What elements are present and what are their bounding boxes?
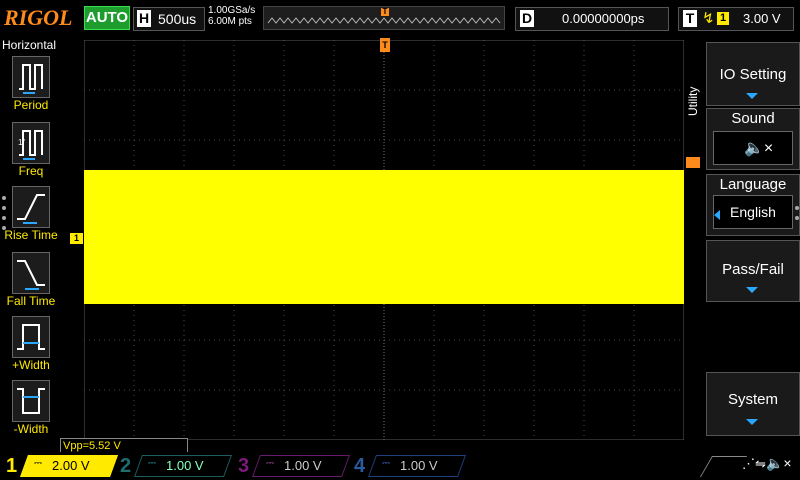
dc-coupling-icon: ⎓ — [266, 458, 274, 469]
pass-fail-label: Pass/Fail — [722, 261, 784, 278]
measure-rise-time-label: Rise Time — [4, 228, 58, 242]
ch1-ground-marker[interactable]: 1 — [70, 233, 83, 244]
dc-coupling-icon: ⎓ — [148, 458, 156, 469]
measure-fall-time-label: Fall Time — [6, 294, 56, 308]
rising-edge-icon: ↯ — [702, 10, 715, 27]
memory-depth: 6.00M pts — [208, 16, 252, 27]
speaker-mute-icon[interactable]: 🔈× — [766, 455, 792, 472]
dc-coupling-icon: ⎓ — [382, 458, 390, 469]
submenu-arrow-icon — [746, 93, 758, 99]
usb-icon: ⋰⇋ — [742, 456, 766, 471]
trigger-key: T — [683, 10, 697, 27]
measure-period[interactable]: Period — [0, 56, 62, 118]
measure-pos-width[interactable]: +Width — [0, 316, 62, 378]
measure-neg-width[interactable]: -Width — [0, 380, 62, 442]
channel-3-scale: 1.00 V — [284, 458, 322, 473]
dc-coupling-icon: ⎓ — [34, 458, 42, 469]
channel-4-scale: 1.00 V — [400, 458, 438, 473]
frequency-icon: 1/ — [12, 122, 50, 164]
channel-2-scale: 1.00 V — [166, 458, 204, 473]
language-label: Language — [719, 176, 787, 193]
delay-value: 0.00000000ps — [562, 11, 645, 26]
channel-2-status[interactable]: 2 ⎓ 1.00 V — [118, 455, 233, 477]
trigger-level-marker[interactable] — [686, 157, 700, 168]
channel-1-status[interactable]: 1 ⎓ 2.00 V — [4, 455, 119, 477]
trigger-box[interactable]: T ↯ 1 3.00 V — [678, 7, 794, 31]
speaker-mute-icon: 🔈× — [744, 140, 774, 157]
fall-time-icon — [12, 252, 50, 294]
horizontal-key: H — [137, 10, 151, 27]
period-icon — [12, 56, 50, 98]
measure-freq[interactable]: 1/ Freq — [0, 122, 62, 184]
top-status-bar: RIGOL AUTO H 500us 1.00GSa/s 6.00M pts T… — [0, 0, 800, 36]
delay-key: D — [520, 10, 534, 27]
menu-title-utility: Utility — [684, 40, 706, 134]
channel-4-status[interactable]: 4 ⎓ 1.00 V — [352, 455, 467, 477]
memory-waveform-icon — [267, 17, 501, 24]
language-value-box: English — [713, 195, 793, 229]
measure-period-label: Period — [13, 98, 49, 112]
trigger-position-marker[interactable]: T — [380, 38, 390, 52]
trigger-level: 3.00 V — [743, 11, 781, 26]
channel-1-scale: 2.00 V — [52, 458, 90, 473]
left-page-indicator — [2, 190, 6, 236]
measure-fall-time[interactable]: Fall Time — [0, 252, 62, 314]
channel-3-number: 3 — [238, 455, 250, 477]
system-label: System — [727, 391, 778, 408]
sample-rate: 1.00GSa/s — [208, 5, 256, 16]
io-setting-label: IO Setting — [719, 66, 787, 83]
positive-width-icon — [12, 316, 50, 358]
channel-4-number: 4 — [354, 455, 366, 477]
measure-menu: Horizontal Period 1/ Freq Rise Time Fall… — [0, 36, 62, 436]
io-setting-button[interactable]: IO Setting — [706, 42, 800, 106]
memory-overview-strip: T — [263, 6, 505, 30]
language-button[interactable]: Language English — [706, 174, 800, 236]
sound-value-box: 🔈× — [713, 131, 793, 165]
negative-width-icon — [12, 380, 50, 422]
measure-menu-title: Horizontal — [2, 38, 57, 52]
horizontal-timebase[interactable]: H 500us — [133, 7, 205, 31]
utility-label: Utility — [686, 86, 700, 116]
rise-time-icon — [12, 186, 50, 228]
measure-rise-time[interactable]: Rise Time — [0, 186, 62, 248]
channel-1-number: 1 — [6, 455, 18, 477]
right-page-indicator — [795, 200, 799, 226]
channel-status-bar: 1 ⎓ 2.00 V 2 ⎓ 1.00 V 3 ⎓ 1.00 V 4 ⎓ 1.0… — [0, 452, 800, 480]
ch1-waveform-trace — [84, 170, 684, 304]
measure-neg-width-label: -Width — [13, 422, 49, 436]
brand-logo: RIGOL — [4, 5, 73, 30]
sound-button[interactable]: Sound 🔈× — [706, 108, 800, 170]
sample-info: 1.00GSa/s 6.00M pts — [208, 5, 255, 27]
channel-2-number: 2 — [120, 455, 132, 477]
channel-3-status[interactable]: 3 ⎓ 1.00 V — [236, 455, 351, 477]
pass-fail-button[interactable]: Pass/Fail — [706, 240, 800, 302]
trigger-source: 1 — [717, 12, 729, 25]
submenu-arrow-icon — [746, 287, 758, 293]
measure-freq-label: Freq — [18, 164, 44, 178]
sound-label: Sound — [731, 110, 775, 127]
svg-text:1/: 1/ — [18, 138, 25, 147]
system-button[interactable]: System — [706, 372, 800, 436]
submenu-arrow-icon — [746, 419, 758, 425]
run-status-badge[interactable]: AUTO — [84, 6, 130, 30]
language-value: English — [730, 204, 776, 220]
softkey-menu: IO Setting Sound 🔈× Language English Pas… — [704, 36, 800, 440]
delay-box[interactable]: D 0.00000000ps — [515, 7, 669, 31]
measure-pos-width-label: +Width — [12, 358, 50, 372]
timebase-value: 500us — [158, 11, 197, 27]
